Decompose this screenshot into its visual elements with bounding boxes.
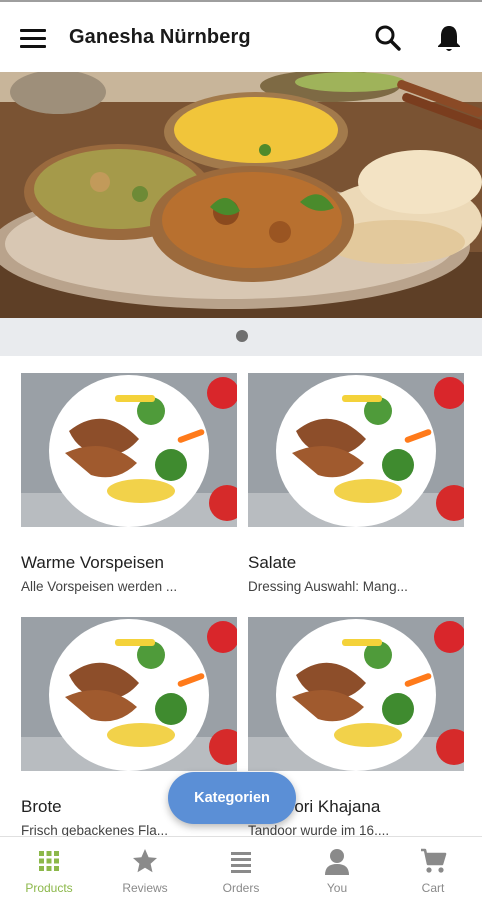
carousel-indicator xyxy=(0,318,482,356)
category-image xyxy=(248,617,464,771)
nav-label-orders: Orders xyxy=(222,881,260,895)
person-icon xyxy=(325,849,349,875)
list-icon xyxy=(231,852,251,873)
category-image xyxy=(248,373,464,527)
nav-label-products: Products xyxy=(25,881,73,895)
star-icon xyxy=(133,849,157,873)
category-description: Alle Vorspeisen werden ... xyxy=(21,579,178,594)
nav-label-you: You xyxy=(326,881,348,895)
category-description: Dressing Auswahl: Mang... xyxy=(248,579,408,594)
nav-item-cart[interactable]: Cart xyxy=(385,837,481,900)
nav-item-orders[interactable]: Orders xyxy=(193,837,289,900)
bottom-navigation: Products Reviews Orders You Cart xyxy=(0,836,482,900)
cart-icon xyxy=(421,848,447,873)
category-name: Salate xyxy=(248,553,297,572)
categories-fab-button[interactable]: Kategorien xyxy=(168,772,296,824)
category-grid: Warme Vorspeisen Alle Vorspeisen werden … xyxy=(0,356,482,838)
nav-label-cart: Cart xyxy=(421,881,445,895)
nav-item-reviews[interactable]: Reviews xyxy=(97,837,193,900)
page-title: Ganesha Nürnberg xyxy=(69,26,251,48)
nav-item-products[interactable]: Products xyxy=(1,837,97,900)
category-image xyxy=(21,373,237,527)
app-bar: Ganesha Nürnberg xyxy=(0,0,482,72)
bell-icon[interactable] xyxy=(433,22,465,54)
category-image xyxy=(21,617,237,771)
nav-item-you[interactable]: You xyxy=(289,837,385,900)
search-icon[interactable] xyxy=(372,22,404,54)
category-name: Warme Vorspeisen xyxy=(21,553,164,572)
grid-icon xyxy=(39,851,59,871)
menu-icon[interactable] xyxy=(18,24,48,52)
nav-label-reviews: Reviews xyxy=(122,881,168,895)
carousel-dot[interactable] xyxy=(236,330,248,342)
hero-banner-image[interactable] xyxy=(0,72,482,318)
